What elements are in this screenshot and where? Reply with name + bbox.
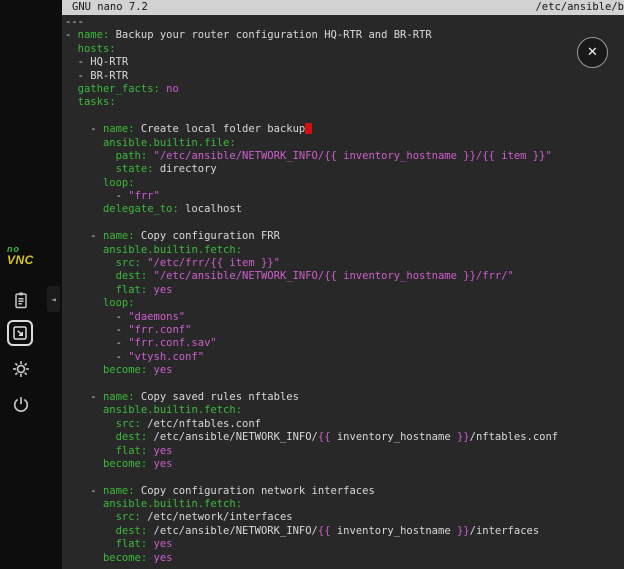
code-line: flat: yes — [65, 284, 558, 297]
control-bar-handle[interactable]: ◄ — [47, 286, 60, 312]
nano-app-title: GNU nano 7.2 — [62, 0, 148, 15]
terminal-window[interactable]: GNU nano 7.2 /etc/ansible/b ---- name: B… — [62, 0, 624, 569]
code-line: - "frr.conf.sav" — [65, 337, 558, 350]
nano-titlebar: GNU nano 7.2 /etc/ansible/b — [62, 0, 624, 15]
code-line: - name: Backup your router configuration… — [65, 29, 558, 42]
code-line: - name: Copy configuration network inter… — [65, 485, 558, 498]
code-line: - "frr.conf" — [65, 324, 558, 337]
code-line: dest: "/etc/ansible/NETWORK_INFO/{{ inve… — [65, 270, 558, 283]
code-line — [65, 217, 558, 230]
code-line: tasks: — [65, 96, 558, 109]
code-line: - "frr" — [65, 190, 558, 203]
fullscreen-button[interactable] — [7, 320, 33, 346]
code-line: - name: Copy configuration FRR — [65, 230, 558, 243]
settings-button[interactable] — [7, 355, 35, 383]
code-line: dest: /etc/ansible/NETWORK_INFO/{{ inven… — [65, 525, 558, 538]
code-line: ansible.builtin.fetch: — [65, 244, 558, 257]
vnc-control-bar: no VNC ◄ — [0, 0, 62, 569]
code-line: state: directory — [65, 163, 558, 176]
close-button[interactable]: ✕ — [577, 37, 608, 68]
code-line: src: /etc/nftables.conf — [65, 418, 558, 431]
code-line: flat: yes — [65, 538, 558, 551]
chevron-left-icon: ◄ — [51, 295, 56, 304]
power-icon — [11, 395, 31, 415]
code-line: ansible.builtin.fetch: — [65, 498, 558, 511]
code-line: - BR-RTR — [65, 70, 558, 83]
editor-lines[interactable]: ---- name: Backup your router configurat… — [65, 16, 558, 565]
code-line: gather_facts: no — [65, 83, 558, 96]
screen: { "titlebar": { "app": "GNU nano 7.2", "… — [0, 0, 624, 569]
clipboard-button[interactable] — [7, 286, 35, 314]
code-line: loop: — [65, 297, 558, 310]
code-line: become: yes — [65, 552, 558, 565]
code-line: ansible.builtin.file: — [65, 137, 558, 150]
power-button[interactable] — [7, 391, 35, 419]
novnc-logo-text: VNC — [7, 255, 34, 266]
code-line: --- — [65, 16, 558, 29]
code-line: - name: Copy saved rules nftables — [65, 391, 558, 404]
clipboard-icon — [11, 290, 31, 310]
code-line: ansible.builtin.fetch: — [65, 404, 558, 417]
text-cursor — [305, 123, 311, 134]
code-line — [65, 471, 558, 484]
code-line: path: "/etc/ansible/NETWORK_INFO/{{ inve… — [65, 150, 558, 163]
code-line: - "daemons" — [65, 311, 558, 324]
nano-file-path: /etc/ansible/b — [535, 0, 624, 15]
code-line: delegate_to: localhost — [65, 203, 558, 216]
code-line: loop: — [65, 177, 558, 190]
code-line: - "vtysh.conf" — [65, 351, 558, 364]
code-line: - HQ-RTR — [65, 56, 558, 69]
code-line: src: "/etc/frr/{{ item }}" — [65, 257, 558, 270]
code-line: become: yes — [65, 458, 558, 471]
code-line: become: yes — [65, 364, 558, 377]
code-line — [65, 378, 558, 391]
fullscreen-icon — [11, 324, 29, 342]
code-line — [65, 110, 558, 123]
code-line: - name: Create local folder backup — [65, 123, 558, 136]
code-line: hosts: — [65, 43, 558, 56]
settings-gear-icon — [11, 359, 31, 379]
novnc-logo: no VNC — [7, 244, 34, 266]
code-line: flat: yes — [65, 445, 558, 458]
close-icon: ✕ — [587, 45, 598, 60]
code-line: src: /etc/network/interfaces — [65, 511, 558, 524]
code-line: dest: /etc/ansible/NETWORK_INFO/{{ inven… — [65, 431, 558, 444]
